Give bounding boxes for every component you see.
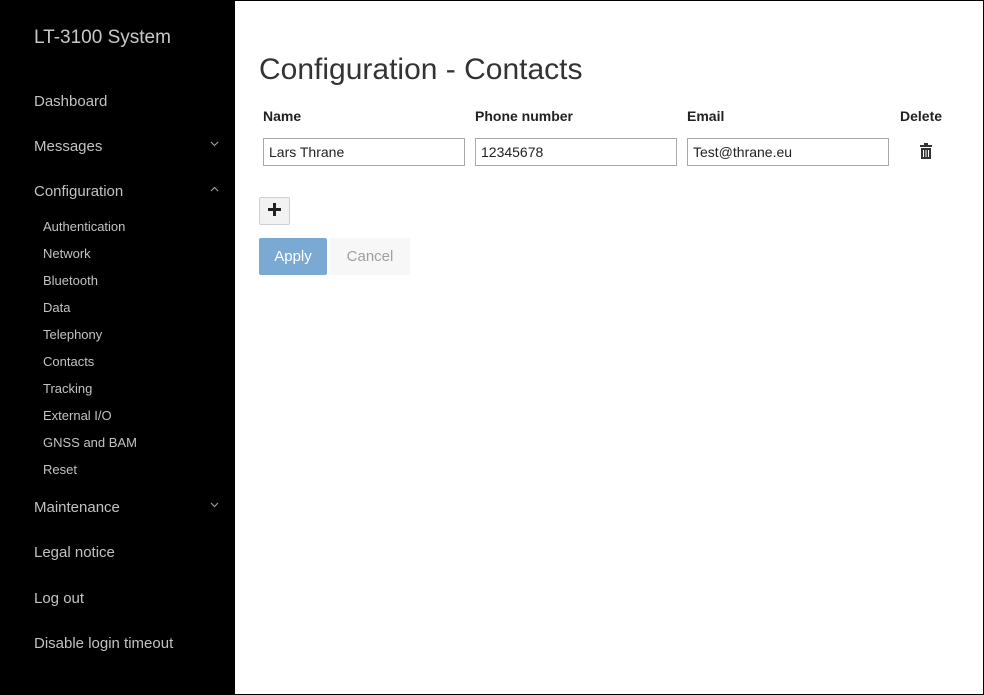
nav-configuration-label: Configuration	[34, 183, 124, 200]
contact-phone-input[interactable]	[475, 138, 677, 166]
nav-log-out-label: Log out	[34, 590, 85, 607]
nav-messages-label: Messages	[34, 138, 103, 155]
page-title: Configuration - Contacts	[259, 53, 583, 86]
sidebar-item-authentication[interactable]: Authentication	[43, 219, 125, 234]
chevron-up-icon	[210, 183, 219, 195]
column-header-email: Email	[687, 108, 725, 124]
chevron-down-icon	[210, 138, 219, 150]
trash-icon[interactable]	[919, 143, 933, 159]
nav-dashboard[interactable]: Dashboard	[34, 93, 219, 110]
sidebar-item-network[interactable]: Network	[43, 246, 91, 261]
sidebar: LT-3100 System Dashboard Messages Config…	[1, 1, 235, 694]
main-content: Configuration - Contacts Name Phone numb…	[235, 1, 983, 694]
nav-dashboard-label: Dashboard	[34, 93, 108, 110]
nav-legal-notice[interactable]: Legal notice	[34, 544, 219, 561]
cancel-button[interactable]: Cancel	[330, 238, 410, 275]
nav-log-out[interactable]: Log out	[34, 590, 219, 607]
app-title: LT-3100 System	[34, 27, 171, 48]
column-header-name: Name	[263, 108, 302, 124]
app-window: LT-3100 System Dashboard Messages Config…	[0, 0, 984, 695]
nav-disable-login-timeout-label: Disable login timeout	[34, 635, 174, 652]
nav-legal-notice-label: Legal notice	[34, 544, 115, 561]
plus-icon	[268, 203, 281, 219]
sidebar-item-reset[interactable]: Reset	[43, 462, 77, 477]
nav-maintenance[interactable]: Maintenance	[34, 499, 219, 516]
contact-email-input[interactable]	[687, 138, 889, 166]
sidebar-item-tracking[interactable]: Tracking	[43, 381, 92, 396]
chevron-down-icon	[210, 499, 219, 511]
sidebar-item-telephony[interactable]: Telephony	[43, 327, 102, 342]
contact-name-input[interactable]	[263, 138, 465, 166]
sidebar-item-gnss-and-bam[interactable]: GNSS and BAM	[43, 435, 137, 450]
nav-maintenance-label: Maintenance	[34, 499, 120, 516]
nav-disable-login-timeout[interactable]: Disable login timeout	[34, 635, 219, 652]
apply-button[interactable]: Apply	[259, 238, 327, 275]
nav-messages[interactable]: Messages	[34, 138, 219, 155]
nav-configuration[interactable]: Configuration	[34, 183, 219, 200]
sidebar-item-contacts[interactable]: Contacts	[43, 354, 94, 369]
column-header-delete: Delete	[900, 108, 943, 124]
add-contact-button[interactable]	[259, 197, 290, 225]
sidebar-item-external-io[interactable]: External I/O	[43, 408, 112, 423]
sidebar-item-data[interactable]: Data	[43, 300, 70, 315]
column-header-phone: Phone number	[475, 108, 574, 124]
sidebar-item-bluetooth[interactable]: Bluetooth	[43, 273, 98, 288]
